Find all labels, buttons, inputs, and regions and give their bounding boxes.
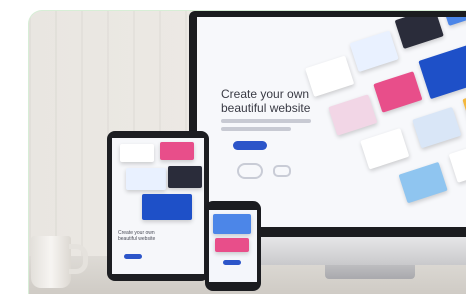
template-tile	[373, 71, 423, 113]
tablet-headline: Create your own beautiful website	[118, 230, 156, 242]
cloud-icon	[237, 163, 263, 179]
template-tile	[418, 42, 466, 100]
hero-image: Create your own beautiful website Create…	[28, 10, 466, 294]
phone-cta-button	[223, 260, 241, 265]
tablet-screen: Create your own beautiful website	[112, 138, 204, 274]
tablet-cta-button	[124, 254, 142, 259]
monitor-screen: Create your own beautiful website	[197, 17, 466, 227]
template-tile	[160, 142, 194, 160]
template-tile	[462, 86, 466, 128]
template-tile	[215, 238, 249, 252]
monitor-cta-button	[233, 141, 267, 150]
template-tile	[168, 166, 202, 188]
tablet-device: Create your own beautiful website	[107, 131, 209, 281]
link-icon	[273, 165, 291, 177]
template-tile	[328, 94, 378, 136]
phone-screen	[209, 210, 257, 282]
template-tile	[412, 106, 462, 149]
monitor-subtext-line	[221, 127, 291, 131]
template-tile	[349, 30, 399, 73]
coffee-mug	[31, 236, 71, 288]
template-tile	[142, 194, 192, 220]
template-tile	[213, 214, 251, 234]
smartphone-device	[205, 201, 261, 291]
monitor-subtext-line	[221, 119, 311, 123]
mug-handle	[69, 244, 88, 274]
template-tile	[305, 55, 355, 98]
template-tile	[126, 168, 166, 190]
template-tile	[398, 161, 448, 204]
template-tile	[360, 128, 410, 170]
template-tile	[120, 144, 154, 162]
template-tile	[394, 17, 444, 49]
template-tile	[439, 17, 466, 26]
template-tile	[448, 141, 466, 183]
monitor-stand	[325, 265, 415, 279]
